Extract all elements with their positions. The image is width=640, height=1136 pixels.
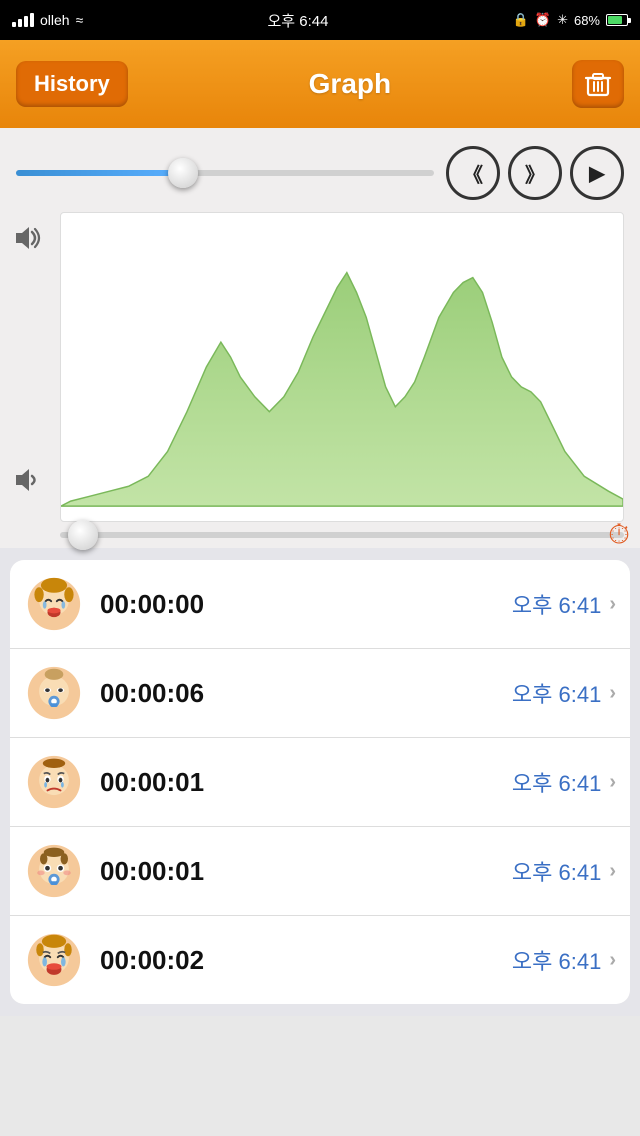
graph-container — [60, 212, 624, 522]
item-time-0: 00:00:00 — [100, 589, 512, 620]
item-time-4: 00:00:02 — [100, 945, 512, 976]
top-slider-container — [16, 170, 434, 176]
baby-face-2 — [24, 752, 84, 812]
item-date-1: 오후 6:41 — [512, 677, 601, 709]
top-slider-track[interactable] — [16, 170, 434, 176]
battery-percent: 68% — [574, 13, 600, 28]
graph-wrapper — [0, 212, 640, 522]
item-chevron-2: › — [609, 771, 616, 794]
history-button[interactable]: History — [16, 61, 128, 107]
controls-area: 《 》 ▶ — [0, 128, 640, 212]
item-time-3: 00:00:01 — [100, 856, 512, 887]
trash-button[interactable] — [572, 60, 624, 108]
list-item[interactable]: 00:00:02 오후 6:41 › — [10, 916, 630, 1004]
lock-icon: 🔒 — [513, 12, 529, 28]
battery-icon — [606, 14, 628, 26]
item-chevron-1: › — [609, 682, 616, 705]
item-chevron-3: › — [609, 860, 616, 883]
item-date-3: 오후 6:41 — [512, 855, 601, 887]
item-time-2: 00:00:01 — [100, 767, 512, 798]
signal-bars — [12, 13, 34, 27]
timer-icon: ⏱ — [608, 519, 630, 552]
list-item[interactable]: 00:00:01 오후 6:41 › — [10, 827, 630, 916]
nav-buttons: 《 》 ▶ — [446, 146, 624, 200]
slider-thumb[interactable] — [168, 158, 198, 188]
list-area: 00:00:00 오후 6:41 › — [0, 548, 640, 1016]
item-date-4: 오후 6:41 — [512, 944, 601, 976]
play-button[interactable]: ▶ — [570, 146, 624, 200]
volume-high-icon — [12, 222, 44, 260]
item-date-2: 오후 6:41 — [512, 766, 601, 798]
list-item[interactable]: 00:00:00 오후 6:41 › — [10, 560, 630, 649]
bluetooth-icon: ✳ — [557, 12, 568, 28]
baby-face-0 — [24, 574, 84, 634]
status-left: olleh ≈ — [12, 12, 83, 28]
graph-svg — [61, 213, 623, 521]
volume-icons — [12, 212, 44, 522]
volume-low-icon — [12, 464, 44, 502]
baby-face-3 — [24, 841, 84, 901]
alarm-icon: ⏰ — [535, 12, 551, 28]
baby-face-1 — [24, 663, 84, 723]
page-title: Graph — [309, 68, 391, 100]
item-time-1: 00:00:06 — [100, 678, 512, 709]
status-time: 오후 6:44 — [268, 10, 329, 31]
trash-icon — [584, 70, 612, 98]
nav-bar: History Graph — [0, 40, 640, 128]
item-chevron-4: › — [609, 949, 616, 972]
forward-button[interactable]: 》 — [508, 146, 562, 200]
rewind-button[interactable]: 《 — [446, 146, 500, 200]
status-bar: olleh ≈ 오후 6:44 🔒 ⏰ ✳ 68% — [0, 0, 640, 40]
bottom-slider-track[interactable] — [60, 532, 624, 538]
bottom-slider-area: ⏱ — [0, 522, 640, 548]
bottom-slider-thumb[interactable] — [68, 520, 98, 550]
status-right: 🔒 ⏰ ✳ 68% — [513, 12, 628, 28]
list-item[interactable]: 00:00:01 오후 6:41 › — [10, 738, 630, 827]
wifi-icon: ≈ — [76, 12, 84, 28]
baby-face-4 — [24, 930, 84, 990]
list-inner: 00:00:00 오후 6:41 › — [10, 560, 630, 1004]
item-date-0: 오후 6:41 — [512, 588, 601, 620]
slider-fill — [16, 170, 183, 176]
item-chevron-0: › — [609, 593, 616, 616]
list-item[interactable]: 00:00:06 오후 6:41 › — [10, 649, 630, 738]
carrier-label: olleh — [40, 12, 70, 28]
